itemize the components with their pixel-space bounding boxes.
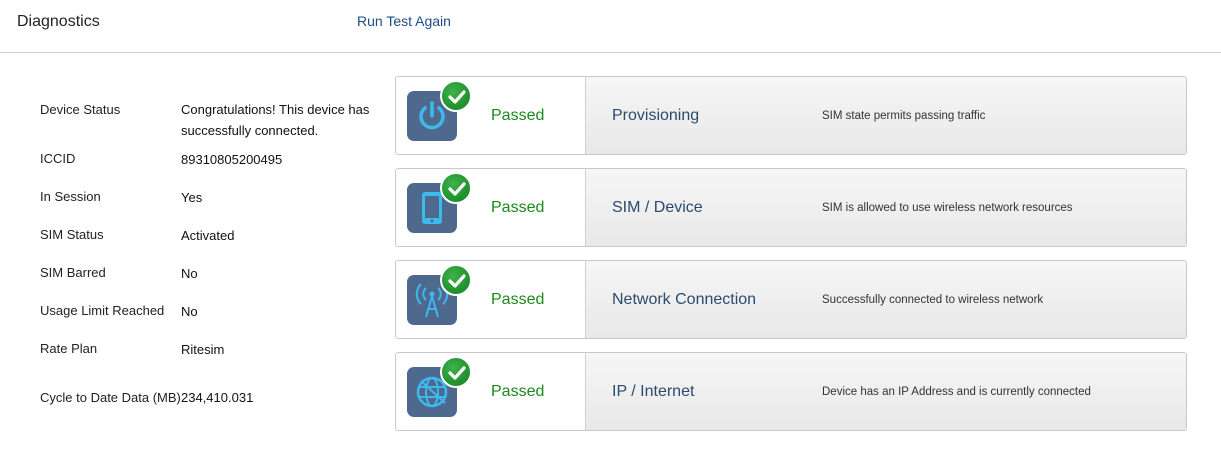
info-value: No	[181, 304, 198, 319]
check-icon	[440, 356, 472, 388]
test-status-section: Passed	[396, 169, 586, 246]
info-label: SIM Barred	[40, 265, 106, 280]
test-status: Passed	[491, 107, 545, 124]
info-label: SIM Status	[40, 227, 104, 242]
test-status: Passed	[491, 199, 545, 216]
check-icon	[440, 264, 472, 296]
test-status-section: Passed	[396, 77, 586, 154]
info-value: No	[181, 266, 198, 281]
test-name: Network Connection	[612, 291, 757, 308]
info-value: Yes	[181, 190, 203, 205]
test-name: IP / Internet	[612, 383, 695, 400]
run-test-again-link[interactable]: Run Test Again	[357, 13, 451, 29]
test-description: Device has an IP Address and is currentl…	[822, 386, 1091, 398]
test-description: Successfully connected to wireless netwo…	[822, 294, 1044, 306]
test-status-section: Passed	[396, 353, 586, 430]
header-bar: Diagnostics Run Test Again	[0, 0, 1221, 53]
test-status-section: Passed	[396, 261, 586, 338]
info-label: Rate Plan	[40, 341, 98, 356]
test-name: Provisioning	[612, 107, 700, 124]
test-detail-section: Provisioning SIM state permits passing t…	[586, 77, 1186, 154]
test-status: Passed	[491, 291, 545, 308]
test-card-ip-internet: Passed IP / Internet Device has an IP Ad…	[395, 352, 1187, 431]
info-value: 234,410.031	[181, 390, 254, 405]
info-value: 89310805200495	[181, 152, 283, 167]
info-label: Usage Limit Reached	[40, 303, 165, 318]
test-card-provisioning: Passed Provisioning SIM state permits pa…	[395, 76, 1187, 155]
test-status: Passed	[491, 383, 545, 400]
test-description: SIM is allowed to use wireless network r…	[822, 202, 1073, 214]
info-label: In Session	[40, 189, 101, 204]
test-description: SIM state permits passing traffic	[822, 110, 986, 122]
info-label: ICCID	[40, 151, 76, 166]
test-name: SIM / Device	[612, 199, 703, 216]
test-detail-section: IP / Internet Device has an IP Address a…	[586, 353, 1186, 430]
check-icon	[440, 172, 472, 204]
info-value: Ritesim	[181, 342, 225, 357]
page-title: Diagnostics	[17, 13, 100, 30]
test-detail-section: Network Connection Successfully connecte…	[586, 261, 1186, 338]
test-card-network-connection: Passed Network Connection Successfully c…	[395, 260, 1187, 339]
check-icon	[440, 80, 472, 112]
test-card-sim-device: Passed SIM / Device SIM is allowed to us…	[395, 168, 1187, 247]
info-label: Device Status	[40, 102, 121, 117]
info-value: Activated	[181, 228, 235, 243]
info-value: Congratulations! This device has success…	[181, 102, 370, 138]
test-detail-section: SIM / Device SIM is allowed to use wirel…	[586, 169, 1186, 246]
info-label: Cycle to Date Data (MB)	[40, 390, 181, 405]
